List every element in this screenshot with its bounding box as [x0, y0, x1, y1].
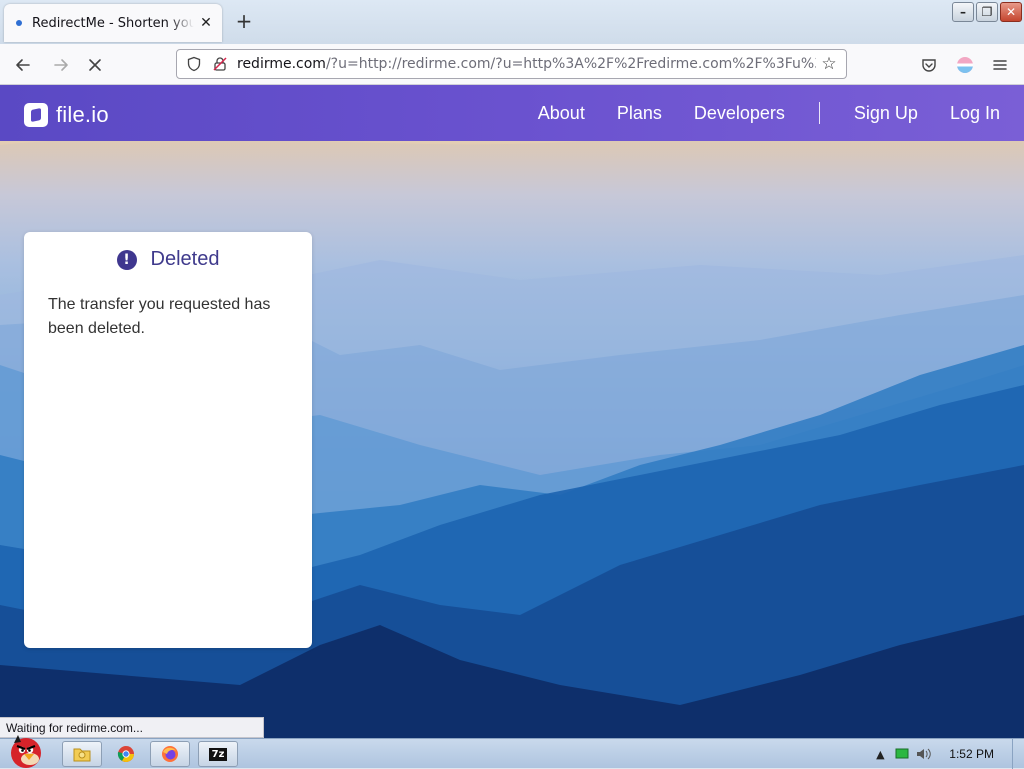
tab-title: RedirectMe - Shorten your URL — [32, 15, 194, 31]
url-text[interactable]: redirme.com/?u=http://redirme.com/?u=htt… — [237, 56, 816, 72]
restore-icon: ❐ — [981, 5, 993, 19]
pocket-icon — [922, 59, 936, 72]
tab-favicon-icon — [16, 20, 22, 26]
window-controls: – ❐ ✕ — [952, 2, 1022, 22]
browser-tab[interactable]: RedirectMe - Shorten your URL ✕ — [4, 4, 222, 42]
stop-icon — [89, 59, 101, 71]
card-title: Deleted — [150, 248, 220, 270]
nav-divider — [818, 102, 820, 124]
nav-signup-link[interactable]: Sign Up — [854, 103, 918, 124]
folder-icon — [73, 748, 91, 762]
new-tab-button[interactable]: + — [232, 10, 256, 34]
card-message: The transfer you requested has been dele… — [48, 296, 271, 337]
start-button-angry-bird-icon[interactable] — [2, 729, 48, 769]
forward-button[interactable] — [48, 52, 74, 78]
7zip-icon: 7z — [208, 747, 228, 761]
alert-icon: ! — [116, 249, 137, 270]
tray-expand-arrow-icon[interactable]: ▲ — [869, 743, 891, 765]
show-desktop-button[interactable] — [1012, 739, 1024, 769]
deleted-transfer-card: ! Deleted The transfer you requested has… — [24, 232, 312, 648]
app-menu-button[interactable] — [987, 52, 1013, 78]
site-header: file.io About Plans Developers Sign Up L… — [0, 85, 1024, 141]
taskbar-clock[interactable]: 1:52 PM — [949, 747, 994, 761]
web-page: file.io About Plans Developers Sign Up L… — [0, 85, 1024, 738]
file-io-logo-icon — [24, 103, 48, 127]
taskbar: 7z ▲ 1:52 PM — [0, 735, 1024, 769]
site-logo[interactable]: file.io — [24, 102, 109, 128]
bookmark-star-icon[interactable]: ☆ — [816, 51, 842, 77]
tab-close-icon[interactable]: ✕ — [198, 15, 214, 31]
taskbar-chrome-button[interactable] — [106, 741, 146, 767]
card-header: ! Deleted — [24, 248, 312, 271]
insecure-lock-icon[interactable] — [211, 55, 229, 73]
back-arrow-icon — [16, 59, 30, 71]
network-icon[interactable] — [891, 743, 913, 765]
minimize-icon: – — [960, 5, 966, 19]
volume-icon[interactable] — [913, 743, 935, 765]
back-button[interactable] — [10, 52, 36, 78]
nav-about-link[interactable]: About — [538, 103, 585, 124]
url-path: /?u=http://redirme.com/?u=http%3A%2F%2Fr… — [325, 56, 816, 72]
site-nav: About Plans Developers Sign Up Log In — [506, 85, 1000, 141]
stop-button[interactable] — [82, 52, 108, 78]
address-bar[interactable]: redirme.com/?u=http://redirme.com/?u=htt… — [176, 49, 847, 79]
url-host: redirme.com — [237, 56, 326, 72]
account-avatar-icon — [957, 57, 973, 73]
close-icon: ✕ — [1005, 5, 1017, 19]
taskbar-firefox-button[interactable] — [150, 741, 190, 767]
chrome-icon — [117, 746, 134, 762]
hamburger-menu-icon — [993, 60, 1007, 70]
pocket-button[interactable] — [916, 52, 942, 78]
tracking-shield-icon[interactable] — [185, 55, 203, 73]
nav-developers-link[interactable]: Developers — [694, 103, 785, 124]
logo-text: file.io — [56, 102, 109, 127]
taskbar-7zip-button[interactable]: 7z — [198, 741, 238, 767]
restore-button[interactable]: ❐ — [976, 2, 998, 22]
browser-toolbar: redirme.com/?u=http://redirme.com/?u=htt… — [0, 44, 1024, 85]
account-button[interactable] — [952, 52, 978, 78]
minimize-button[interactable]: – — [952, 2, 974, 22]
nav-login-link[interactable]: Log In — [950, 103, 1000, 124]
taskbar-explorer-button[interactable] — [62, 741, 102, 767]
firefox-icon — [162, 746, 178, 762]
browser-titlebar: RedirectMe - Shorten your URL ✕ + – ❐ ✕ — [0, 0, 1024, 44]
close-window-button[interactable]: ✕ — [1000, 2, 1022, 22]
nav-plans-link[interactable]: Plans — [617, 103, 662, 124]
forward-arrow-icon — [54, 59, 68, 71]
system-tray: ▲ 1:52 PM — [869, 739, 1024, 769]
